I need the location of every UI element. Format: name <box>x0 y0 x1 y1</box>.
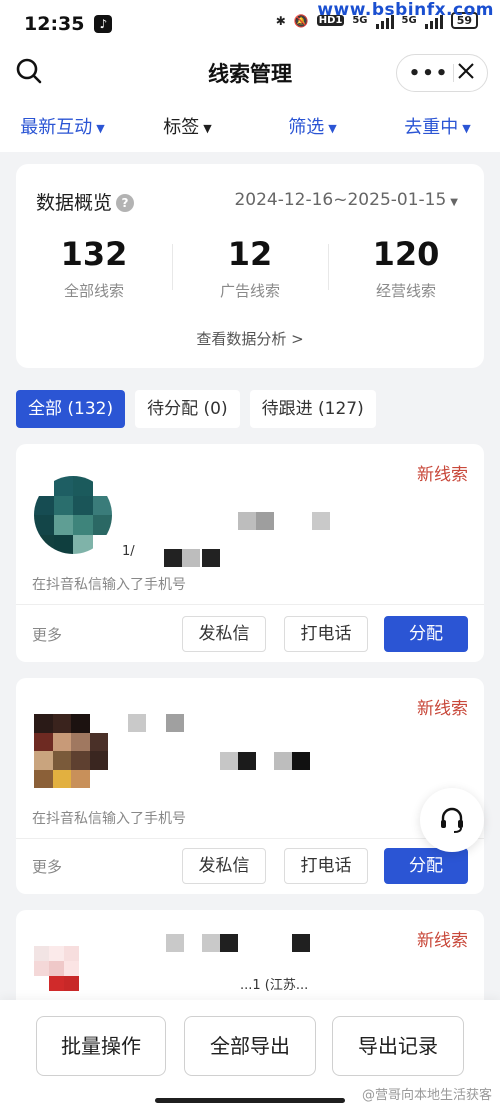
mini-program-capsule: ••• <box>396 54 488 92</box>
stat-ad-leads[interactable]: 12 广告线索 <box>172 234 328 301</box>
caret-down-icon: ▼ <box>462 121 471 135</box>
masked-phone <box>202 549 220 567</box>
data-overview-card: 数据概览? 2024-12-16~2025-01-15 ▼ 132 全部线索 12… <box>16 164 484 368</box>
masked-name <box>256 512 274 530</box>
lead-card[interactable]: 新线索 1/ 在抖音私信输入了手机号 更多 发私信 打电话 分配 <box>16 444 484 662</box>
header: 线索管理 ••• <box>0 48 500 100</box>
stat-label: 全部线索 <box>63 282 124 300</box>
view-analysis-link[interactable]: 查看数据分析 > <box>16 328 484 349</box>
tiktok-icon: ♪ <box>94 15 113 33</box>
masked-phone <box>292 752 310 770</box>
masked-phone <box>220 752 238 770</box>
overview-title: 数据概览? <box>36 188 135 215</box>
masked-phone <box>238 752 256 770</box>
date-range-select[interactable]: 2024-12-16~2025-01-15 ▼ <box>234 190 458 210</box>
stat-value: 132 <box>60 235 128 273</box>
stats-row: 132 全部线索 12 广告线索 120 经营线索 <box>16 234 484 301</box>
home-indicator <box>155 1098 345 1103</box>
date-range-text: 2024-12-16~2025-01-15 <box>234 190 447 210</box>
masked-name <box>202 934 220 952</box>
caret-down-icon: ▼ <box>328 121 337 135</box>
card-divider <box>16 604 484 605</box>
tab-all[interactable]: 全部 (132) <box>16 390 126 428</box>
export-all-button[interactable]: 全部导出 <box>184 1016 316 1076</box>
close-icon[interactable] <box>457 62 475 84</box>
caret-down-icon: ▼ <box>96 121 105 135</box>
masked-name <box>220 934 238 952</box>
more-link[interactable]: 更多 <box>32 624 62 645</box>
new-lead-badge: 新线索 <box>417 931 468 951</box>
masked-name <box>166 714 184 732</box>
assign-button[interactable]: 分配 <box>384 616 468 652</box>
masked-name <box>238 512 256 530</box>
stat-value: 12 <box>227 235 273 273</box>
stat-all-leads[interactable]: 132 全部线索 <box>16 234 172 301</box>
more-icon[interactable]: ••• <box>409 63 450 84</box>
call-button[interactable]: 打电话 <box>284 848 368 884</box>
avatar <box>34 714 108 788</box>
masked-name <box>312 512 330 530</box>
filter-tags[interactable]: 标签 ▼ <box>125 113 250 139</box>
send-message-button[interactable]: 发私信 <box>182 616 266 652</box>
stat-value: 120 <box>372 235 440 273</box>
filter-label: 去重中 <box>404 117 459 138</box>
status-time: 12:35 <box>24 13 85 35</box>
status-bar: 12:35 ♪ ✱ 🔕 HD1 5G 5G 59 www.bsbinfx.com <box>0 0 500 48</box>
customer-service-icon[interactable] <box>420 788 484 852</box>
stat-label: 经营线索 <box>375 282 436 300</box>
tab-pending-assign[interactable]: 待分配 (0) <box>135 390 240 428</box>
masked-name <box>166 934 184 952</box>
call-button[interactable]: 打电话 <box>284 616 368 652</box>
filter-screen[interactable]: 筛选 ▼ <box>250 113 375 139</box>
masked-phone-fragment: 1/ <box>122 544 135 559</box>
capsule-divider <box>452 64 454 82</box>
stat-business-leads[interactable]: 120 经营线索 <box>328 234 484 301</box>
bluetooth-icon: ✱ <box>275 13 286 28</box>
help-icon[interactable]: ? <box>116 194 135 212</box>
masked-address-fragment: ...1 (江苏... <box>240 978 309 993</box>
lead-source-note: 在抖音私信输入了手机号 <box>32 811 186 827</box>
export-records-button[interactable]: 导出记录 <box>332 1016 464 1076</box>
avatar <box>34 476 112 554</box>
watermark-top: www.bsbinfx.com <box>317 0 494 20</box>
caret-down-icon: ▼ <box>450 197 458 208</box>
watermark-bottom: @营哥向本地生活获客 <box>361 1088 492 1103</box>
masked-name <box>292 934 310 952</box>
masked-name <box>128 714 146 732</box>
more-link[interactable]: 更多 <box>32 856 62 877</box>
tab-pending-follow[interactable]: 待跟进 (127) <box>249 390 376 428</box>
lead-tabs: 全部 (132) 待分配 (0) 待跟进 (127) <box>16 390 376 428</box>
lead-source-note: 在抖音私信输入了手机号 <box>32 577 186 593</box>
filter-bar: 最新互动 ▼ 标签 ▼ 筛选 ▼ 去重中 ▼ <box>0 100 500 152</box>
avatar <box>34 946 94 1006</box>
bottom-action-bar: 批量操作 全部导出 导出记录 @营哥向本地生活获客 <box>0 1000 500 1112</box>
batch-operation-button[interactable]: 批量操作 <box>36 1016 166 1076</box>
assign-button[interactable]: 分配 <box>384 848 468 884</box>
stat-label: 广告线索 <box>219 282 280 300</box>
filter-label: 最新互动 <box>20 117 93 138</box>
masked-phone <box>274 752 292 770</box>
filter-label: 标签 <box>163 117 200 138</box>
filter-label: 筛选 <box>288 117 325 138</box>
send-message-button[interactable]: 发私信 <box>182 848 266 884</box>
mute-icon: 🔕 <box>293 13 309 28</box>
caret-down-icon: ▼ <box>203 121 212 135</box>
new-lead-badge: 新线索 <box>417 465 468 485</box>
new-lead-badge: 新线索 <box>417 699 468 719</box>
overview-title-text: 数据概览 <box>36 192 113 214</box>
card-divider <box>16 838 484 839</box>
filter-latest-interaction[interactable]: 最新互动 ▼ <box>0 113 125 139</box>
lead-card[interactable]: 新线索 在抖音私信输入了手机号 更多 发私信 打电话 分配 <box>16 678 484 894</box>
masked-phone <box>164 549 182 567</box>
masked-phone <box>182 549 200 567</box>
filter-dedup[interactable]: 去重中 ▼ <box>375 113 500 139</box>
